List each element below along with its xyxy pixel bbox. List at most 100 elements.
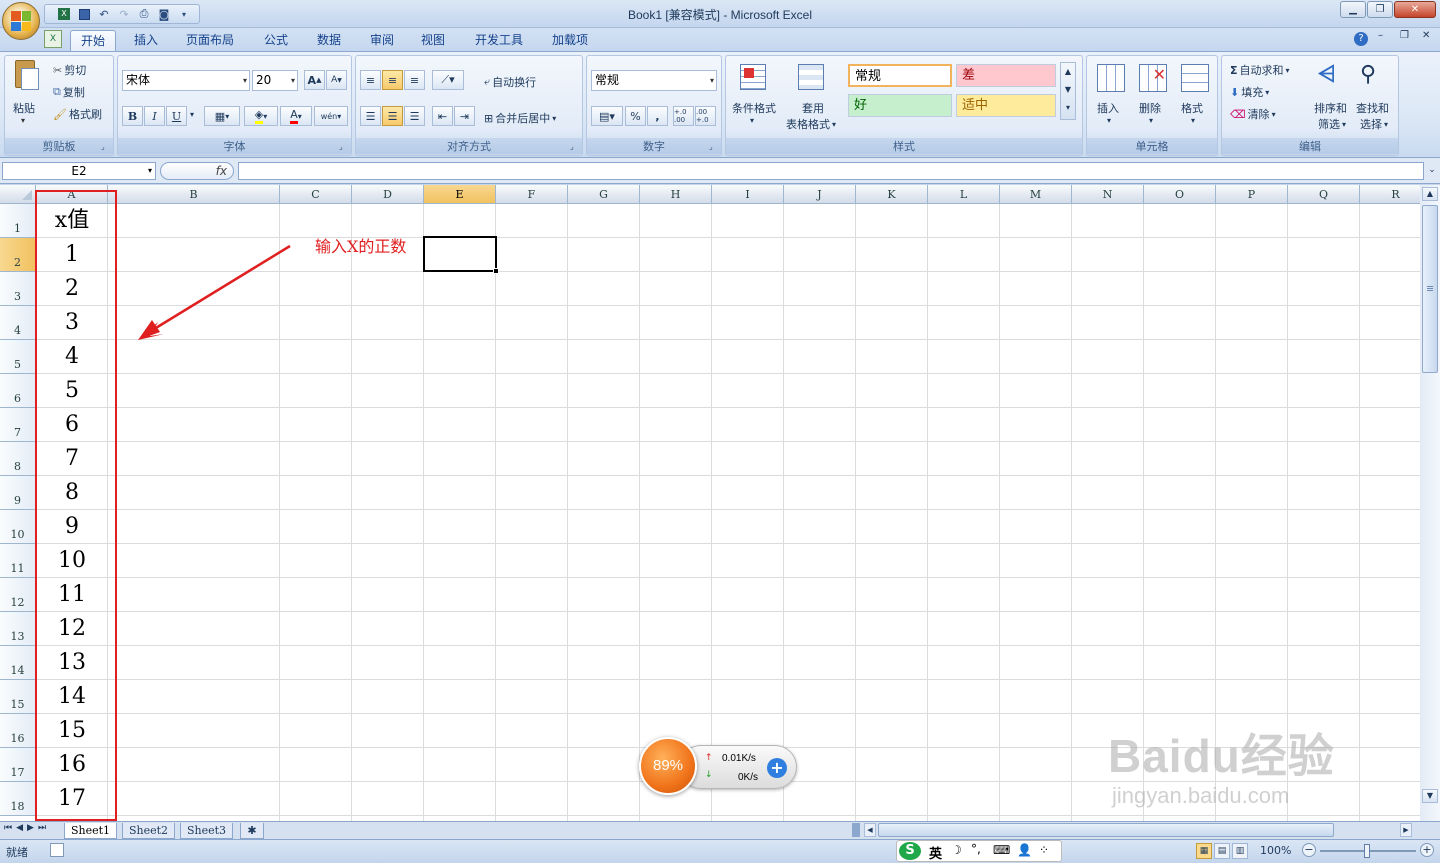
decrease-decimal-button[interactable]: .00 +.0 bbox=[695, 106, 716, 126]
sheet-tab-1[interactable]: Sheet1 bbox=[64, 823, 118, 839]
row-header-14[interactable]: 14 bbox=[0, 646, 36, 680]
table-format-button-line1[interactable]: 套用 bbox=[802, 100, 824, 116]
borders-button[interactable]: ▦ ▾ bbox=[204, 106, 240, 126]
maximize-button[interactable]: ❐ bbox=[1367, 1, 1393, 18]
column-header-h[interactable]: H bbox=[640, 185, 712, 204]
insert-dropdown-icon[interactable]: ▾ bbox=[1107, 116, 1111, 125]
normal-view-icon[interactable]: ▦ bbox=[1196, 843, 1212, 859]
close-button[interactable]: ✕ bbox=[1394, 1, 1436, 18]
scroll-thumb[interactable] bbox=[1422, 205, 1438, 373]
bold-button[interactable]: B bbox=[122, 106, 143, 126]
plus-icon[interactable]: + bbox=[767, 758, 787, 778]
italic-button[interactable]: I bbox=[144, 106, 165, 126]
merge-center-button[interactable]: ⊞ 合并后居中 ▾ bbox=[484, 110, 556, 126]
worksheet-grid[interactable]: ABCDEFGHIJKLMNOPQR 1 2 3 4 5 6 7 8 9 10 11 12 13 14 15… bbox=[0, 185, 1420, 821]
apps-grid-icon[interactable]: ⁘ bbox=[1039, 843, 1049, 857]
select-all-button[interactable] bbox=[0, 185, 36, 204]
align-bottom-button[interactable]: ≡ bbox=[404, 70, 425, 90]
row-header-4[interactable]: 4 bbox=[0, 306, 36, 340]
scroll-up-icon[interactable]: ▲ bbox=[1422, 187, 1438, 201]
column-header-n[interactable]: N bbox=[1072, 185, 1144, 204]
ribbon-close-icon[interactable]: ✕ bbox=[1422, 30, 1430, 41]
shrink-font-button[interactable]: A ▼ bbox=[326, 70, 347, 90]
column-header-g[interactable]: G bbox=[568, 185, 640, 204]
zoom-in-icon[interactable]: + bbox=[1420, 843, 1434, 857]
row-header-12[interactable]: 12 bbox=[0, 578, 36, 612]
grow-font-button[interactable]: A ▲ bbox=[304, 70, 325, 90]
row-header-18[interactable]: 18 bbox=[0, 782, 36, 816]
scroll-down-icon[interactable]: ▼ bbox=[1422, 789, 1438, 803]
comma-button[interactable]: , bbox=[647, 106, 668, 126]
network-speed-widget[interactable]: 89% ↑ 0.01K/s ↓ 0K/s + bbox=[639, 737, 799, 795]
selected-cell-outline[interactable] bbox=[423, 236, 499, 274]
find-select-button-line2[interactable]: 选择 ▾ bbox=[1360, 116, 1388, 132]
row-header-1[interactable]: 1 bbox=[0, 204, 36, 238]
sheet-tab-3[interactable]: Sheet3 bbox=[180, 823, 234, 839]
number-format-combo[interactable]: 常规 ▾ bbox=[591, 70, 717, 91]
row-header-8[interactable]: 8 bbox=[0, 442, 36, 476]
formula-expand-icon[interactable]: ⌄ bbox=[1426, 162, 1438, 180]
minimize-button[interactable]: ▁ bbox=[1340, 1, 1366, 18]
row-header-3[interactable]: 3 bbox=[0, 272, 36, 306]
style-good[interactable]: 好 bbox=[848, 94, 952, 117]
font-size-combo[interactable]: 20 ▾ bbox=[252, 70, 298, 91]
number-launcher-icon[interactable]: ⌟ bbox=[709, 143, 718, 152]
column-header-e[interactable]: E bbox=[424, 185, 496, 204]
styles-gallery-scroll[interactable]: ▲ ▼ ▾ bbox=[1060, 62, 1076, 120]
moon-icon[interactable]: ☽ bbox=[951, 843, 962, 857]
insert-function-button[interactable]: fx bbox=[160, 162, 234, 180]
tab-page-layout[interactable]: 页面布局 bbox=[176, 30, 244, 51]
row-header-17[interactable]: 17 bbox=[0, 748, 36, 782]
align-middle-button[interactable]: ≡ bbox=[382, 70, 403, 90]
percent-button[interactable]: % bbox=[625, 106, 646, 126]
help-icon[interactable]: ? bbox=[1354, 32, 1368, 46]
wrap-text-button[interactable]: ⤶ 自动换行 bbox=[484, 74, 536, 90]
tab-data[interactable]: 数据 bbox=[307, 30, 351, 51]
macro-record-icon[interactable] bbox=[50, 843, 64, 857]
delete-dropdown-icon[interactable]: ▾ bbox=[1149, 116, 1153, 125]
ime-lang[interactable]: 英 bbox=[929, 843, 942, 862]
phonetic-button[interactable]: wén ▾ bbox=[314, 106, 348, 126]
vertical-scrollbar[interactable]: ▲ ▼ bbox=[1420, 185, 1440, 821]
scroll-left-icon[interactable]: ◀ bbox=[864, 823, 876, 837]
paste-button[interactable]: 粘贴 bbox=[13, 100, 35, 116]
style-bad[interactable]: 差 bbox=[956, 64, 1056, 87]
underline-dropdown-icon[interactable]: ▾ bbox=[190, 110, 194, 119]
memory-usage-badge[interactable]: 89% bbox=[639, 737, 697, 795]
tab-split-handle[interactable] bbox=[852, 823, 860, 837]
table-format-button-line2[interactable]: 表格格式 ▾ bbox=[786, 116, 836, 132]
decrease-indent-button[interactable]: ⇤ bbox=[432, 106, 453, 126]
formula-input[interactable] bbox=[238, 162, 1424, 180]
column-header-j[interactable]: J bbox=[784, 185, 856, 204]
row-header-13[interactable]: 13 bbox=[0, 612, 36, 646]
align-right-button[interactable]: ☰ bbox=[404, 106, 425, 126]
tab-formulas[interactable]: 公式 bbox=[254, 30, 298, 51]
format-cells-button[interactable]: 格式 bbox=[1181, 100, 1203, 116]
row-header-11[interactable]: 11 bbox=[0, 544, 36, 578]
underline-button[interactable]: U bbox=[166, 106, 187, 126]
column-header-o[interactable]: O bbox=[1144, 185, 1216, 204]
tab-developer[interactable]: 开发工具 bbox=[465, 30, 533, 51]
user-icon[interactable]: 👤 bbox=[1017, 843, 1032, 857]
orientation-button[interactable]: ⟋▾ bbox=[432, 70, 464, 90]
find-select-button-line1[interactable]: 查找和 bbox=[1356, 100, 1389, 116]
clear-button[interactable]: ⌫ 清除 ▾ bbox=[1230, 106, 1276, 122]
font-color-button[interactable]: A ▾ bbox=[280, 106, 312, 126]
style-normal[interactable]: 常规 bbox=[848, 64, 952, 87]
delete-cells-button[interactable]: 删除 bbox=[1139, 100, 1161, 116]
column-header-p[interactable]: P bbox=[1216, 185, 1288, 204]
ribbon-restore-icon[interactable]: ❐ bbox=[1400, 30, 1409, 41]
fill-button[interactable]: ⬇ 填充 ▾ bbox=[1230, 84, 1269, 100]
sheet-tab-2[interactable]: Sheet2 bbox=[122, 823, 176, 839]
zoom-level[interactable]: 100% bbox=[1260, 844, 1291, 857]
column-header-d[interactable]: D bbox=[352, 185, 424, 204]
name-box[interactable]: E2 ▾ bbox=[2, 162, 156, 180]
increase-decimal-button[interactable]: +.0 .00 bbox=[673, 106, 694, 126]
row-header-7[interactable]: 7 bbox=[0, 408, 36, 442]
insert-cells-button[interactable]: 插入 bbox=[1097, 100, 1119, 116]
office-button[interactable] bbox=[2, 2, 40, 40]
scroll-right-icon[interactable]: ▶ bbox=[1400, 823, 1412, 837]
conditional-dropdown-icon[interactable]: ▾ bbox=[750, 116, 754, 125]
paste-dropdown-icon[interactable]: ▾ bbox=[21, 116, 25, 125]
clipboard-launcher-icon[interactable]: ⌟ bbox=[101, 143, 110, 152]
